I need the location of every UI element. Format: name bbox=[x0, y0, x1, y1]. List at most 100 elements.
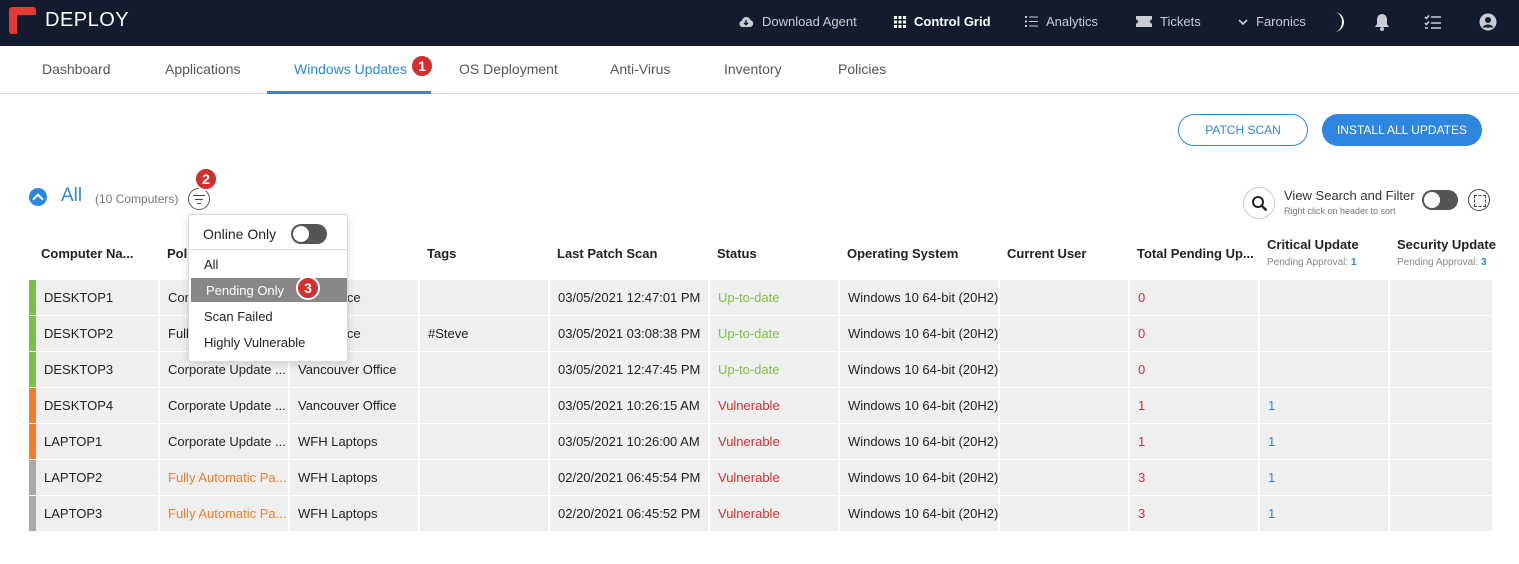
cell-total-pending: 3 bbox=[1130, 496, 1258, 531]
cell-last-patch-scan: 03/05/2021 10:26:15 AM bbox=[550, 388, 708, 423]
cell-last-patch-scan: 03/05/2021 12:47:45 PM bbox=[550, 352, 708, 387]
org-label: Faronics bbox=[1256, 14, 1306, 29]
bell-icon[interactable] bbox=[1374, 13, 1390, 31]
tab-windows-updates[interactable]: Windows Updates bbox=[294, 61, 407, 77]
cell-critical-update: 1 bbox=[1260, 388, 1388, 423]
filter-option-highly-vulnerable[interactable]: Highly Vulnerable bbox=[189, 330, 347, 354]
patch-scan-button[interactable]: PATCH SCAN bbox=[1178, 114, 1308, 146]
filter-dropdown: Online Only All Pending Only Scan Failed… bbox=[188, 214, 348, 362]
cell-critical-update: 1 bbox=[1260, 460, 1388, 495]
table-row[interactable]: DESKTOP4 Corporate Update ... Vancouver Of… bbox=[29, 388, 1492, 423]
tab-os-deployment[interactable]: OS Deployment bbox=[459, 61, 558, 77]
grid-icon bbox=[894, 15, 906, 28]
search-button[interactable] bbox=[1243, 187, 1275, 219]
row-status-indicator bbox=[29, 496, 36, 531]
cell-status: Up-to-date bbox=[710, 352, 838, 387]
task-list-icon[interactable] bbox=[1424, 14, 1442, 30]
cell-operating-system: Windows 10 64-bit (20H2) bbox=[840, 352, 998, 387]
filter-option-pending-only[interactable]: Pending Only bbox=[191, 278, 347, 302]
tab-inventory[interactable]: Inventory bbox=[724, 61, 782, 77]
col-status[interactable]: Status bbox=[717, 246, 757, 261]
table-row[interactable]: LAPTOP2 Fully Automatic Pa... WFH Laptops 0… bbox=[29, 460, 1492, 495]
cell-tags bbox=[420, 280, 548, 315]
step-marker-1: 1 bbox=[410, 54, 434, 78]
row-status-indicator bbox=[29, 352, 36, 387]
cell-security-update bbox=[1390, 496, 1492, 531]
cell-total-pending: 0 bbox=[1130, 352, 1258, 387]
cell-status: Vulnerable bbox=[710, 496, 838, 531]
table-row[interactable]: LAPTOP1 Corporate Update ... WFH Laptops 03… bbox=[29, 424, 1492, 459]
download-agent-label: Download Agent bbox=[762, 14, 857, 29]
control-grid-link[interactable]: Control Grid bbox=[894, 14, 991, 29]
collapse-group-icon[interactable] bbox=[29, 188, 47, 206]
cell-critical-update bbox=[1260, 280, 1388, 315]
col-current-user[interactable]: Current User bbox=[1007, 246, 1086, 261]
dark-mode-icon[interactable] bbox=[1330, 11, 1346, 33]
cell-current-user bbox=[1000, 496, 1128, 531]
col-last-patch-scan[interactable]: Last Patch Scan bbox=[557, 246, 657, 261]
cell-current-user bbox=[1000, 388, 1128, 423]
filter-button[interactable] bbox=[188, 188, 210, 210]
critical-pending-approval: Pending Approval: 1 bbox=[1267, 257, 1357, 268]
cell-computer-name: DESKTOP1 bbox=[36, 280, 158, 315]
cell-operating-system: Windows 10 64-bit (20H2) bbox=[840, 424, 998, 459]
col-tags[interactable]: Tags bbox=[427, 246, 456, 261]
cell-security-update bbox=[1390, 352, 1492, 387]
step-marker-2: 2 bbox=[194, 167, 218, 191]
brand-name[interactable]: DEPLOY bbox=[45, 9, 129, 32]
tab-anti-virus[interactable]: Anti-Virus bbox=[610, 61, 670, 77]
cell-computer-name: LAPTOP3 bbox=[36, 496, 158, 531]
tab-applications[interactable]: Applications bbox=[165, 61, 241, 77]
cell-current-user bbox=[1000, 424, 1128, 459]
table-row[interactable]: LAPTOP3 Fully Automatic Pa... WFH Laptops 0… bbox=[29, 496, 1492, 531]
cell-critical-update: 1 bbox=[1260, 424, 1388, 459]
group-count: (10 Computers) bbox=[95, 192, 179, 206]
user-avatar-icon[interactable] bbox=[1479, 13, 1497, 31]
cell-total-pending: 0 bbox=[1130, 280, 1258, 315]
search-icon bbox=[1252, 196, 1268, 212]
col-critical-update[interactable]: Critical Update bbox=[1267, 237, 1359, 252]
cell-computer-name: DESKTOP4 bbox=[36, 388, 158, 423]
filter-option-all[interactable]: All bbox=[189, 252, 347, 276]
cell-policy: Fully Automatic Pa... bbox=[160, 460, 288, 495]
search-filter-label: View Search and Filter bbox=[1284, 188, 1415, 203]
col-security-update[interactable]: Security Update bbox=[1397, 237, 1496, 252]
filter-option-scan-failed[interactable]: Scan Failed bbox=[189, 304, 347, 328]
fullscreen-icon[interactable] bbox=[1468, 189, 1490, 211]
col-total-pending[interactable]: Total Pending Up... bbox=[1137, 246, 1254, 261]
cell-critical-update: 1 bbox=[1260, 496, 1388, 531]
tickets-label: Tickets bbox=[1160, 14, 1201, 29]
cloud-download-icon bbox=[739, 16, 754, 27]
install-all-updates-button[interactable]: INSTALL ALL UPDATES bbox=[1322, 114, 1482, 146]
group-name: All bbox=[61, 185, 83, 206]
cell-status: Vulnerable bbox=[710, 460, 838, 495]
tab-dashboard[interactable]: Dashboard bbox=[42, 61, 111, 77]
online-only-toggle[interactable] bbox=[291, 224, 327, 244]
org-selector[interactable]: Faronics bbox=[1238, 14, 1306, 29]
cell-group: WFH Laptops bbox=[290, 424, 418, 459]
cell-status: Vulnerable bbox=[710, 388, 838, 423]
tab-policies[interactable]: Policies bbox=[838, 61, 886, 77]
cell-last-patch-scan: 03/05/2021 10:26:00 AM bbox=[550, 424, 708, 459]
tickets-link[interactable]: Tickets bbox=[1136, 14, 1201, 29]
deploy-logo-icon[interactable] bbox=[9, 7, 36, 34]
cell-status: Vulnerable bbox=[710, 424, 838, 459]
cell-total-pending: 1 bbox=[1130, 388, 1258, 423]
col-computer-name[interactable]: Computer Na... bbox=[41, 246, 133, 261]
cell-security-update bbox=[1390, 424, 1492, 459]
row-status-indicator bbox=[29, 280, 36, 315]
online-only-label: Online Only bbox=[203, 226, 277, 242]
search-filter-toggle[interactable] bbox=[1422, 190, 1458, 210]
analytics-link[interactable]: Analytics bbox=[1025, 14, 1098, 29]
download-agent-link[interactable]: Download Agent bbox=[738, 14, 857, 29]
active-tab-indicator bbox=[267, 91, 431, 94]
col-operating-system[interactable]: Operating System bbox=[847, 246, 958, 261]
cell-operating-system: Windows 10 64-bit (20H2) bbox=[840, 460, 998, 495]
cell-tags bbox=[420, 424, 548, 459]
security-pending-approval: Pending Approval: 3 bbox=[1397, 257, 1487, 268]
cell-group: Vancouver Office bbox=[290, 388, 418, 423]
cell-security-update bbox=[1390, 460, 1492, 495]
cell-last-patch-scan: 02/20/2021 06:45:52 PM bbox=[550, 496, 708, 531]
cell-policy: Corporate Update ... bbox=[160, 388, 288, 423]
cell-status: Up-to-date bbox=[710, 280, 838, 315]
